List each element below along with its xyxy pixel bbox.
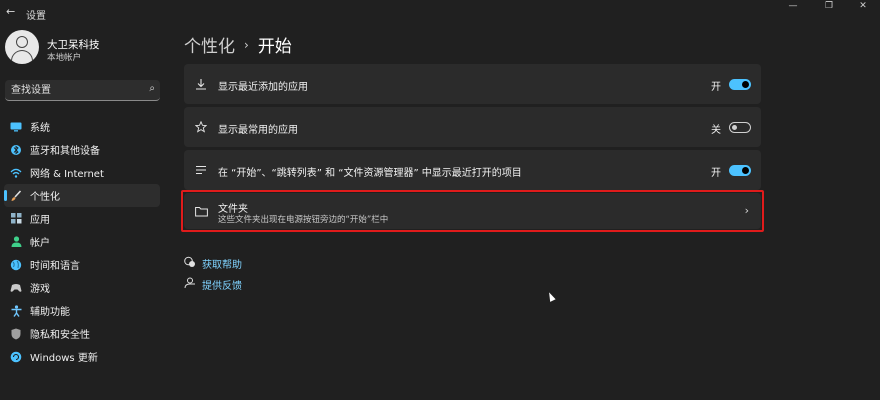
sidebar-item-privacy-security[interactable]: 隐私和安全性 [4, 322, 160, 345]
sidebar-item-windows-update[interactable]: Windows 更新 [4, 345, 160, 368]
toggle-state-text: 开 [711, 82, 721, 93]
maximize-button[interactable]: ❐ [812, 0, 846, 14]
sidebar-nav: 系统 蓝牙和其他设备 网络 & Internet 个性化 应用 帐户 时间和语言… [4, 115, 160, 368]
help-links: 获取帮助 提供反馈 [183, 253, 242, 295]
minimize-button[interactable]: — [776, 0, 810, 14]
sidebar-item-time-language[interactable]: 时间和语言 [4, 253, 160, 276]
breadcrumb: 个性化 › 开始 [184, 32, 292, 57]
breadcrumb-separator: › [244, 37, 249, 52]
recently-opened-toggle[interactable] [729, 165, 751, 176]
feedback-icon [183, 277, 197, 292]
sidebar-item-personalization[interactable]: 个性化 [4, 184, 160, 207]
mouse-cursor-icon [546, 291, 556, 302]
star-icon [194, 120, 208, 134]
person-body-icon [11, 50, 33, 64]
monitor-icon [10, 121, 22, 133]
sidebar-item-label: 帐户 [30, 238, 50, 249]
avatar [5, 30, 39, 64]
setting-label: 显示最常用的应用 [218, 125, 298, 136]
account-type: 本地帐户 [47, 53, 82, 63]
sidebar-item-label: 蓝牙和其他设备 [30, 146, 100, 157]
title-bar: ← 设置 — ❐ ✕ [0, 0, 880, 26]
accessibility-icon [10, 304, 22, 317]
sidebar-item-label: 网络 & Internet [30, 169, 104, 180]
sidebar-item-gaming[interactable]: 游戏 [4, 276, 160, 299]
sidebar-item-apps[interactable]: 应用 [4, 207, 160, 230]
wifi-icon [10, 167, 22, 179]
get-help-link[interactable]: 获取帮助 [183, 253, 242, 274]
setting-most-used-apps[interactable]: 显示最常用的应用 关 [184, 107, 761, 147]
setting-label: 显示最近添加的应用 [218, 82, 308, 93]
most-used-toggle[interactable] [729, 122, 751, 133]
back-arrow-icon[interactable]: ← [6, 5, 15, 18]
user-name: 大卫呆科技 [47, 39, 100, 51]
sidebar-item-label: Windows 更新 [30, 353, 98, 364]
toggle-state-text: 开 [711, 168, 721, 179]
sidebar-item-label: 时间和语言 [30, 261, 80, 272]
window-title: 设置 [26, 11, 46, 22]
setting-recently-opened-items[interactable]: 在 “开始”、“跳转列表” 和 “文件资源管理器” 中显示最近打开的项目 开 [184, 150, 761, 190]
help-icon [183, 256, 197, 271]
sidebar-item-label: 个性化 [30, 192, 60, 203]
update-icon [10, 351, 22, 363]
sidebar-item-label: 应用 [30, 215, 50, 226]
get-help-label: 获取帮助 [202, 260, 242, 271]
give-feedback-link[interactable]: 提供反馈 [183, 274, 242, 295]
page-title: 开始 [257, 37, 292, 57]
highlight-box [181, 190, 764, 232]
list-icon [194, 163, 208, 177]
brush-icon [10, 189, 22, 202]
person-icon [10, 236, 22, 248]
sidebar-item-network[interactable]: 网络 & Internet [4, 161, 160, 184]
sidebar-item-accessibility[interactable]: 辅助功能 [4, 299, 160, 322]
close-button[interactable]: ✕ [846, 0, 880, 14]
breadcrumb-parent[interactable]: 个性化 [184, 32, 235, 57]
search-box[interactable]: ⌕ [5, 80, 160, 101]
setting-recently-added-apps[interactable]: 显示最近添加的应用 开 [184, 64, 761, 104]
sidebar-item-label: 辅助功能 [30, 307, 70, 318]
sidebar-item-system[interactable]: 系统 [4, 115, 160, 138]
sidebar-item-label: 隐私和安全性 [30, 330, 90, 341]
download-icon [194, 77, 208, 91]
search-icon[interactable]: ⌕ [149, 83, 155, 94]
sidebar-item-bluetooth[interactable]: 蓝牙和其他设备 [4, 138, 160, 161]
sidebar-item-accounts[interactable]: 帐户 [4, 230, 160, 253]
shield-icon [10, 328, 22, 340]
recently-added-toggle[interactable] [729, 79, 751, 90]
person-head-icon [16, 36, 28, 48]
toggle-state-text: 关 [711, 125, 721, 136]
sidebar-item-label: 游戏 [30, 284, 50, 295]
give-feedback-label: 提供反馈 [202, 281, 242, 292]
apps-icon [10, 213, 22, 225]
bluetooth-icon [10, 144, 22, 156]
setting-label: 在 “开始”、“跳转列表” 和 “文件资源管理器” 中显示最近打开的项目 [218, 168, 522, 179]
sidebar-item-label: 系统 [30, 123, 50, 134]
globe-icon [10, 259, 22, 271]
gamepad-icon [10, 282, 22, 294]
search-input[interactable] [5, 80, 140, 100]
